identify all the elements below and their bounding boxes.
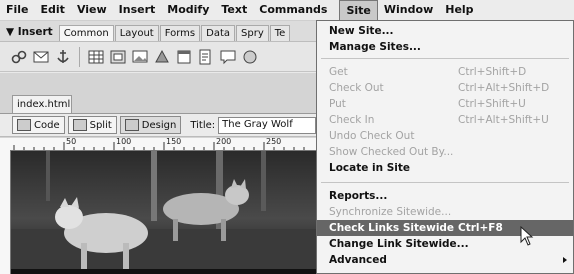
email-link-icon[interactable] <box>32 48 50 66</box>
wolf-photo <box>11 151 316 274</box>
toolbar-separator <box>79 46 80 67</box>
submenu-arrow-icon <box>563 257 567 263</box>
menu-view[interactable]: View <box>71 0 113 20</box>
menu-item-show-checked-out-by: Show Checked Out By... <box>317 144 573 160</box>
document-workspace: index.html Code Split Design Title: The … <box>0 73 316 274</box>
menu-item-label: Locate in Site <box>329 162 411 174</box>
menu-insert[interactable]: Insert <box>113 0 162 20</box>
code-view-label: Code <box>34 119 60 131</box>
menu-file[interactable]: File <box>0 0 35 20</box>
tab-common[interactable]: Common <box>58 25 114 41</box>
menu-help[interactable]: Help <box>439 0 479 20</box>
menu-item-label: Undo Check Out <box>329 130 415 142</box>
tab-text[interactable]: Te <box>269 25 291 41</box>
tab-layout[interactable]: Layout <box>114 25 159 41</box>
server-side-include-icon[interactable] <box>197 48 215 66</box>
insert-bar: ▼ Insert Common Layout Forms Data Spry T… <box>0 21 316 42</box>
head-icon[interactable] <box>241 48 259 66</box>
menu-item-check-links-sitewide[interactable]: Check Links Sitewide Ctrl+F8 <box>317 220 573 236</box>
horizontal-ruler: 50 100 150 200 250 <box>0 138 316 151</box>
ruler-label: 150 <box>166 138 182 146</box>
menu-separator <box>321 182 569 183</box>
menu-text[interactable]: Text <box>215 0 253 20</box>
design-view-icon <box>124 119 139 131</box>
image-icon[interactable] <box>131 48 149 66</box>
ruler-label: 50 <box>66 138 77 146</box>
vertical-ruler <box>0 150 11 274</box>
insert-icon-bar <box>0 42 316 72</box>
split-view-icon <box>72 119 87 131</box>
table-icon[interactable] <box>87 48 105 66</box>
menu-item-reports[interactable]: Reports... <box>317 188 573 204</box>
menu-item-undo-check-out: Undo Check Out <box>317 128 573 144</box>
comment-icon[interactable] <box>219 48 237 66</box>
menu-item-put: Put Ctrl+Shift+U <box>317 96 573 112</box>
menu-item-shortcut: Ctrl+Alt+Shift+D <box>458 82 550 94</box>
menu-item-label: Manage Sites... <box>329 41 421 53</box>
menu-item-label: Advanced <box>329 254 387 266</box>
hyperlink-icon[interactable] <box>10 48 28 66</box>
menu-commands[interactable]: Commands <box>253 0 333 20</box>
mouse-pointer-icon <box>520 226 534 246</box>
menu-item-label: Put <box>329 98 346 110</box>
menu-item-label: Check In <box>329 114 375 126</box>
title-label: Title: <box>190 119 216 131</box>
design-view-label: Design <box>141 119 177 131</box>
menu-item-check-in: Check In Ctrl+Alt+Shift+U <box>317 112 573 128</box>
menu-modify[interactable]: Modify <box>161 0 215 20</box>
document-toolbar: Code Split Design Title: The Gray Wolf <box>0 113 316 137</box>
menu-edit[interactable]: Edit <box>35 0 71 20</box>
menu-item-label: Show Checked Out By... <box>329 146 454 158</box>
menu-item-shortcut: Ctrl+Alt+Shift+U <box>458 114 549 126</box>
menu-item-new-site[interactable]: New Site... <box>317 23 573 39</box>
document-tab[interactable]: index.html <box>12 95 72 113</box>
insert-bar-toggle[interactable]: ▼ Insert <box>0 26 59 41</box>
split-view-button[interactable]: Split <box>67 116 117 134</box>
menu-window[interactable]: Window <box>378 0 439 20</box>
menu-item-shortcut: Ctrl+F8 <box>458 222 503 234</box>
ruler-label: 250 <box>266 138 282 146</box>
menu-item-change-link-sitewide[interactable]: Change Link Sitewide... <box>317 236 573 252</box>
menu-item-advanced[interactable]: Advanced <box>317 252 573 268</box>
media-icon[interactable] <box>153 48 171 66</box>
menu-item-label: Reports... <box>329 190 388 202</box>
tab-data[interactable]: Data <box>201 25 236 41</box>
code-view-button[interactable]: Code <box>12 116 65 134</box>
menu-separator <box>321 58 569 59</box>
menu-item-label: Get <box>329 66 348 78</box>
menu-item-manage-sites[interactable]: Manage Sites... <box>317 39 573 55</box>
menu-item-check-out: Check Out Ctrl+Alt+Shift+D <box>317 80 573 96</box>
code-view-icon <box>17 119 31 131</box>
site-menu-dropdown: New Site... Manage Sites... Get Ctrl+Shif… <box>316 20 574 274</box>
tab-spry[interactable]: Spry <box>236 25 269 41</box>
menu-item-get: Get Ctrl+Shift+D <box>317 64 573 80</box>
title-input[interactable]: The Gray Wolf <box>218 116 316 134</box>
ruler-label: 200 <box>216 138 232 146</box>
split-view-label: Split <box>89 119 112 131</box>
menu-item-shortcut: Ctrl+Shift+D <box>458 66 527 78</box>
div-icon[interactable] <box>109 48 127 66</box>
named-anchor-icon[interactable] <box>54 48 72 66</box>
menu-site[interactable]: Site <box>339 0 378 20</box>
menu-item-label: New Site... <box>329 25 394 37</box>
menu-item-label: Check Out <box>329 82 384 94</box>
menu-item-locate-in-site[interactable]: Locate in Site <box>317 160 573 176</box>
date-icon[interactable] <box>175 48 193 66</box>
menu-bar: File Edit View Insert Modify Text Comman… <box>0 0 574 21</box>
menu-item-shortcut: Ctrl+Shift+U <box>458 98 526 110</box>
ruler-label: 100 <box>116 138 132 146</box>
menu-item-synchronize-sitewide: Synchronize Sitewide... <box>317 204 573 220</box>
tab-forms[interactable]: Forms <box>159 25 201 41</box>
menu-item-label: Synchronize Sitewide... <box>329 206 452 218</box>
design-view-button[interactable]: Design <box>119 116 182 134</box>
menu-item-label: Change Link Sitewide... <box>329 238 469 250</box>
menu-item-label: Check Links Sitewide <box>329 222 455 234</box>
